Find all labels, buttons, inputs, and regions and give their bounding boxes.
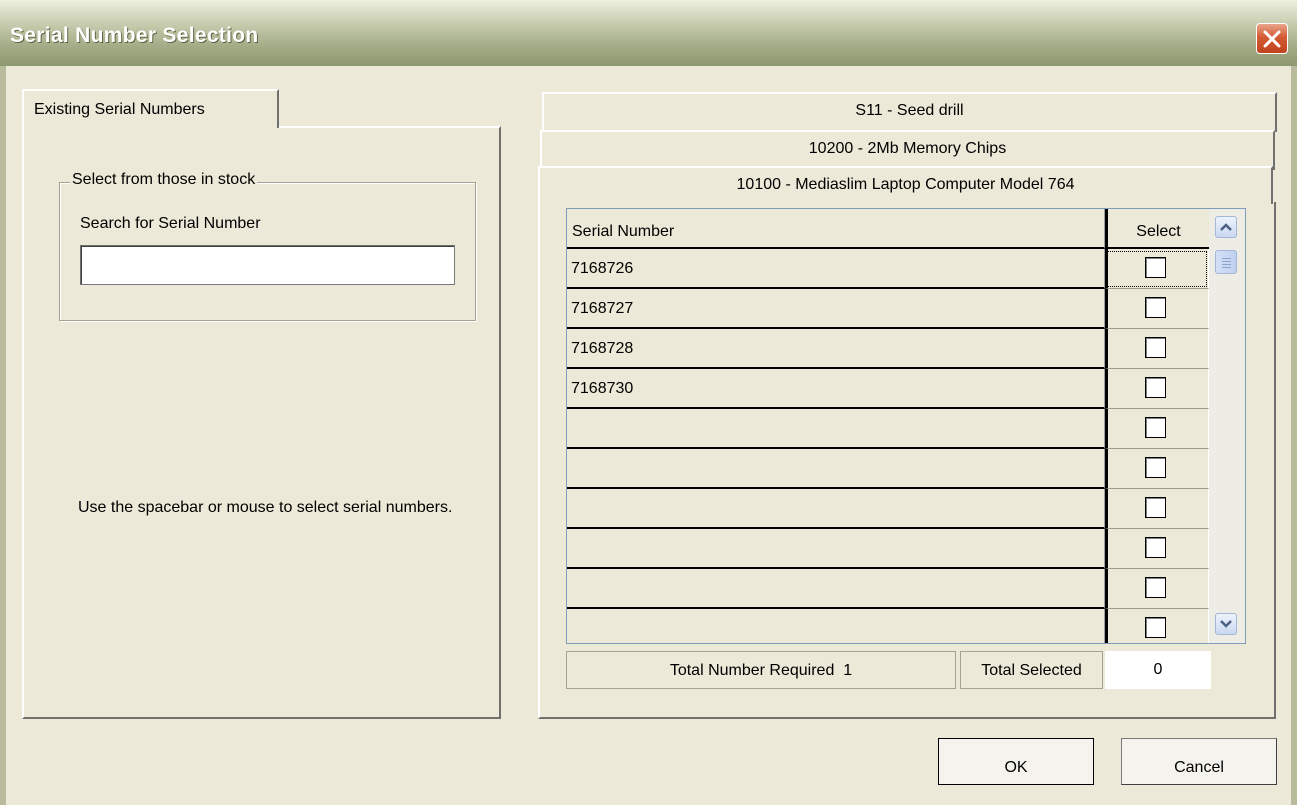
tab-product-10100[interactable]: 10100 - Mediaslim Laptop Computer Model … bbox=[538, 166, 1273, 204]
serial-cell[interactable]: 7168728 bbox=[567, 329, 1105, 369]
select-checkbox[interactable] bbox=[1145, 417, 1166, 438]
window-border-left bbox=[0, 66, 6, 805]
select-cell[interactable] bbox=[1105, 249, 1209, 289]
scroll-down-button[interactable] bbox=[1215, 613, 1237, 635]
serial-cell[interactable] bbox=[567, 569, 1105, 609]
select-cell[interactable] bbox=[1105, 329, 1209, 369]
window-border-right bbox=[1291, 66, 1297, 805]
select-checkbox[interactable] bbox=[1145, 257, 1166, 278]
serial-cell[interactable] bbox=[567, 449, 1105, 489]
search-input[interactable] bbox=[80, 245, 455, 285]
scroll-thumb[interactable] bbox=[1215, 250, 1237, 274]
table-row[interactable]: 7168728 bbox=[567, 329, 1209, 369]
serial-cell[interactable] bbox=[567, 409, 1105, 449]
table-row[interactable] bbox=[567, 449, 1209, 489]
total-required-value: 1 bbox=[843, 662, 853, 679]
total-required: Total Number Required 1 bbox=[566, 651, 956, 689]
total-selected-value-box: 0 bbox=[1105, 651, 1211, 689]
close-button[interactable] bbox=[1256, 23, 1288, 54]
select-checkbox[interactable] bbox=[1145, 297, 1166, 318]
serial-cell[interactable] bbox=[567, 489, 1105, 529]
scroll-down-icon bbox=[1220, 620, 1232, 628]
serial-cell[interactable]: 7168730 bbox=[567, 369, 1105, 409]
search-label: Search for Serial Number bbox=[80, 215, 261, 232]
select-cell[interactable] bbox=[1105, 369, 1209, 409]
table-row[interactable] bbox=[567, 409, 1209, 449]
serial-value: 7168727 bbox=[571, 300, 634, 317]
select-checkbox[interactable] bbox=[1145, 617, 1166, 638]
cancel-button-label: Cancel bbox=[1174, 759, 1224, 776]
tab-product-10200[interactable]: 10200 - 2Mb Memory Chips bbox=[540, 130, 1275, 170]
select-checkbox[interactable] bbox=[1145, 337, 1166, 358]
select-cell[interactable] bbox=[1105, 529, 1209, 569]
title-bar[interactable]: Serial Number Selection bbox=[0, 0, 1297, 66]
dialog-window: Serial Number Selection Existing Serial … bbox=[0, 0, 1297, 805]
select-checkbox[interactable] bbox=[1145, 377, 1166, 398]
total-required-label: Total Number Required bbox=[669, 662, 835, 679]
table-row[interactable] bbox=[567, 569, 1209, 609]
tab-existing-serial-numbers-label: Existing Serial Numbers bbox=[34, 101, 205, 118]
close-icon bbox=[1263, 30, 1281, 48]
table-row[interactable] bbox=[567, 529, 1209, 569]
select-cell[interactable] bbox=[1105, 609, 1209, 643]
column-header-serial-number-label: Serial Number bbox=[572, 223, 675, 240]
total-selected-label-box: Total Selected bbox=[960, 651, 1103, 689]
column-header-serial-number[interactable]: Serial Number bbox=[567, 209, 1105, 249]
tab-product-s11[interactable]: S11 - Seed drill bbox=[542, 92, 1277, 132]
tab-product-10100-label: 10100 - Mediaslim Laptop Computer Model … bbox=[736, 176, 1075, 193]
total-selected-label: Total Selected bbox=[981, 662, 1082, 679]
ok-button-label: OK bbox=[1004, 759, 1028, 776]
serial-cell[interactable] bbox=[567, 529, 1105, 569]
serial-cell[interactable]: 7168726 bbox=[567, 249, 1105, 289]
select-cell[interactable] bbox=[1105, 569, 1209, 609]
scroll-up-button[interactable] bbox=[1215, 216, 1237, 238]
stock-groupbox-legend: Select from those in stock bbox=[70, 171, 258, 189]
serial-grid: Serial Number Select 7168726 7168727 716… bbox=[566, 208, 1246, 644]
serial-cell[interactable]: 7168727 bbox=[567, 289, 1105, 329]
select-cell[interactable] bbox=[1105, 289, 1209, 329]
table-row[interactable]: 7168727 bbox=[567, 289, 1209, 329]
table-row[interactable] bbox=[567, 609, 1209, 643]
table-row[interactable] bbox=[567, 489, 1209, 529]
column-header-select[interactable]: Select bbox=[1105, 209, 1209, 249]
table-row[interactable]: 7168726 bbox=[567, 249, 1209, 289]
total-selected-value: 0 bbox=[1153, 661, 1163, 678]
grid-vertical-scrollbar[interactable] bbox=[1209, 209, 1245, 643]
tab-product-s11-label: S11 - Seed drill bbox=[855, 102, 964, 119]
select-checkbox[interactable] bbox=[1145, 537, 1166, 558]
select-checkbox[interactable] bbox=[1145, 497, 1166, 518]
serial-value: 7168728 bbox=[571, 340, 634, 357]
select-checkbox[interactable] bbox=[1145, 457, 1166, 478]
serial-value: 7168730 bbox=[571, 380, 634, 397]
column-header-select-label: Select bbox=[1136, 223, 1181, 240]
tab-product-10200-label: 10200 - 2Mb Memory Chips bbox=[808, 140, 1007, 157]
select-checkbox[interactable] bbox=[1145, 577, 1166, 598]
select-cell[interactable] bbox=[1105, 489, 1209, 529]
ok-button[interactable]: OK bbox=[938, 738, 1094, 785]
select-cell[interactable] bbox=[1105, 409, 1209, 449]
tab-existing-serial-numbers[interactable]: Existing Serial Numbers bbox=[22, 89, 279, 128]
selection-hint: Use the spacebar or mouse to select seri… bbox=[78, 499, 453, 516]
cancel-button[interactable]: Cancel bbox=[1121, 738, 1277, 785]
serial-value: 7168726 bbox=[571, 260, 634, 277]
serial-cell[interactable] bbox=[567, 609, 1105, 643]
select-cell[interactable] bbox=[1105, 449, 1209, 489]
window-title: Serial Number Selection bbox=[10, 24, 259, 47]
scroll-up-icon bbox=[1220, 223, 1232, 231]
table-row[interactable]: 7168730 bbox=[567, 369, 1209, 409]
